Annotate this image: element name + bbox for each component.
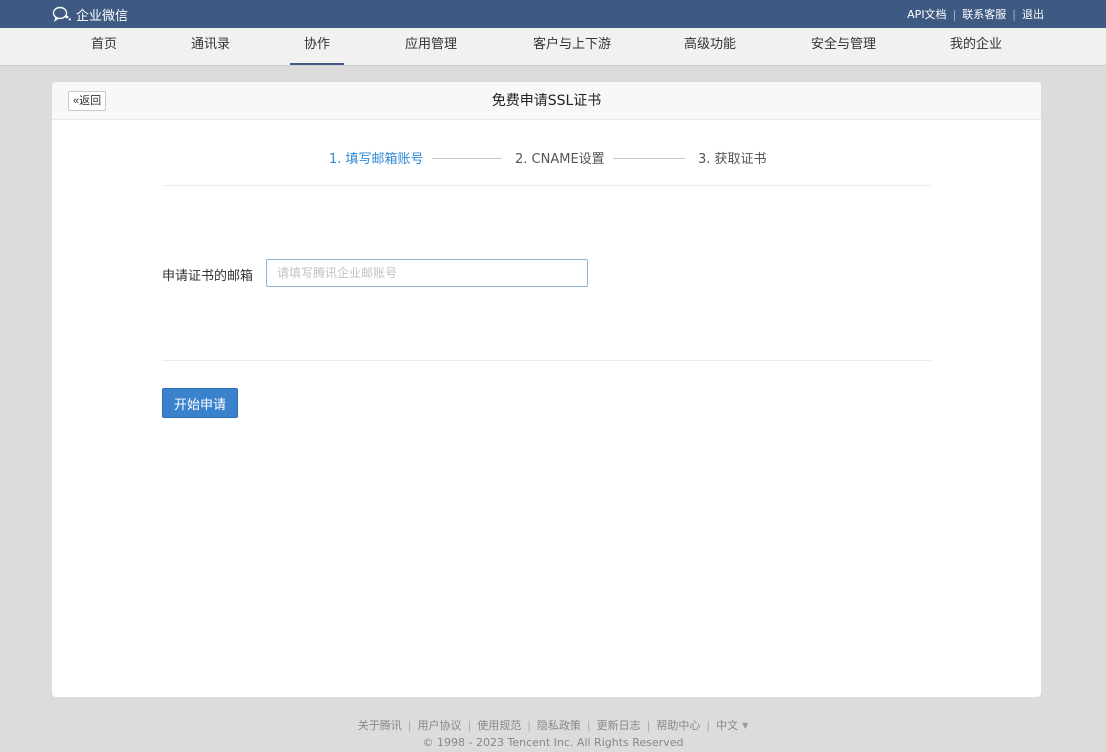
footer-usage-rules-link[interactable]: 使用规范 (477, 717, 521, 733)
step-1-fill-email: 1. 填写邮箱账号 (329, 152, 424, 167)
page-title: 免费申请SSL证书 (491, 93, 602, 109)
separator: | (527, 718, 531, 732)
nav-item-my-enterprise[interactable]: 我的企业 (950, 28, 1002, 66)
step-connector (613, 158, 685, 159)
caret-down-icon: ▼ (742, 720, 749, 730)
separator: | (952, 7, 957, 21)
nav-item-collaboration[interactable]: 协作 (289, 28, 345, 66)
separator: | (706, 718, 711, 732)
wecom-logo-icon (52, 6, 71, 22)
ssl-apply-card: «返回 免费申请SSL证书 1. 填写邮箱账号 2. CNAME设置 3. 获取… (52, 82, 1041, 697)
main-nav: 首页 通讯录 协作 应用管理 客户与上下游 高级功能 安全与管理 我的企业 (0, 28, 1106, 66)
api-docs-link[interactable]: API文档 (907, 6, 946, 22)
footer-about-link[interactable]: 关于腾讯 (358, 717, 402, 733)
brand-logo[interactable]: 企业微信 (52, 5, 129, 24)
step-3-get-cert: 3. 获取证书 (698, 152, 767, 167)
contact-support-link[interactable]: 联系客服 (962, 6, 1006, 22)
separator: | (586, 718, 591, 732)
top-bar: 企业微信 API文档 | 联系客服 | 退出 (0, 0, 1106, 28)
footer-changelog-link[interactable]: 更新日志 (597, 717, 641, 733)
separator: | (467, 718, 472, 732)
nav-item-app-management[interactable]: 应用管理 (405, 28, 457, 66)
nav-item-home[interactable]: 首页 (91, 28, 117, 66)
separator: | (1012, 7, 1016, 21)
brand-name: 企业微信 (76, 8, 129, 24)
email-input[interactable] (266, 259, 588, 287)
step-connector (432, 158, 502, 159)
step-2-cname: 2. CNAME设置 (515, 152, 605, 167)
language-label: 中文 (716, 719, 739, 732)
nav-item-contacts[interactable]: 通讯录 (191, 28, 230, 66)
nav-item-customers[interactable]: 客户与上下游 (533, 28, 611, 66)
footer-privacy-link[interactable]: 隐私政策 (537, 717, 581, 733)
email-label: 申请证书的邮箱 (162, 269, 254, 284)
nav-item-advanced[interactable]: 高级功能 (684, 28, 736, 66)
footer-user-agreement-link[interactable]: 用户协议 (417, 717, 461, 733)
footer-help-link[interactable]: 帮助中心 (656, 717, 700, 733)
card-header: «返回 免费申请SSL证书 (52, 82, 1041, 120)
step-indicator: 1. 填写邮箱账号 2. CNAME设置 3. 获取证书 (162, 138, 931, 186)
top-links: API文档 | 联系客服 | 退出 (907, 6, 1044, 22)
copyright: © 1998 - 2023 Tencent Inc. All Rights Re… (422, 736, 684, 749)
nav-item-security[interactable]: 安全与管理 (811, 28, 876, 66)
form-divider (162, 360, 931, 361)
separator: | (407, 718, 412, 732)
logout-link[interactable]: 退出 (1022, 6, 1044, 22)
start-apply-button[interactable]: 开始申请 (162, 388, 238, 418)
footer: 关于腾讯 | 用户协议 | 使用规范 | 隐私政策 | 更新日志 | 帮助中心 … (0, 716, 1106, 750)
footer-links: 关于腾讯 | 用户协议 | 使用规范 | 隐私政策 | 更新日志 | 帮助中心 … (0, 716, 1106, 734)
language-selector[interactable]: 中文 ▼ (716, 717, 748, 733)
separator: | (646, 718, 651, 732)
